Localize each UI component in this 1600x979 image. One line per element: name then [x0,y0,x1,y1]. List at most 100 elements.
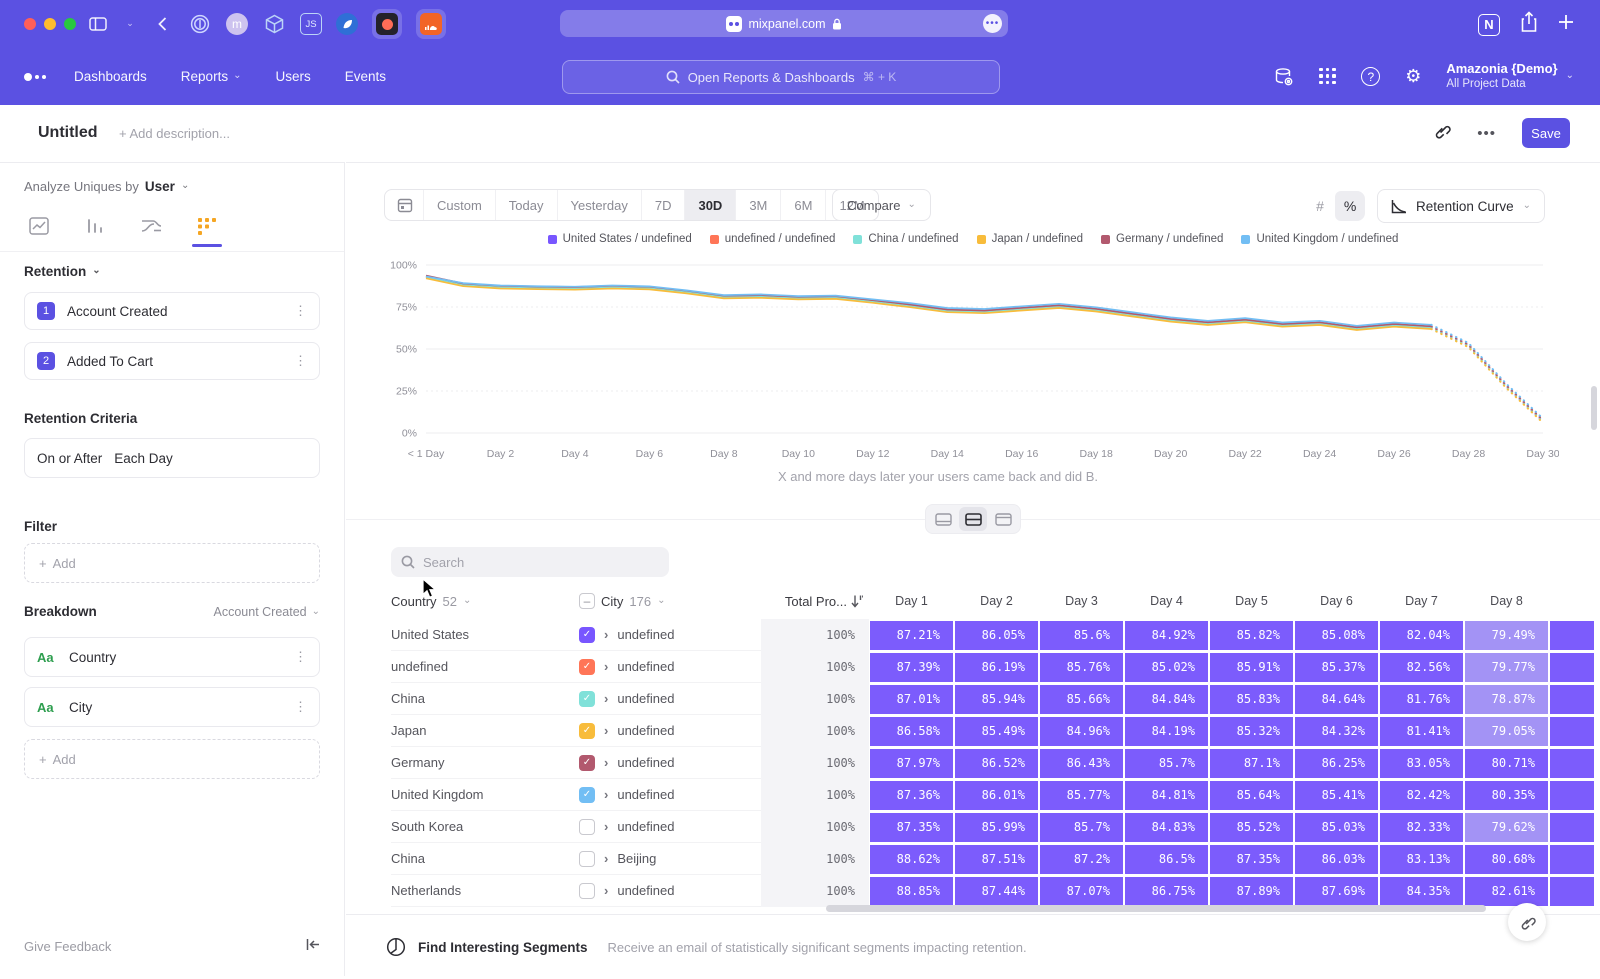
day-cell[interactable]: 86.75% [1124,875,1209,907]
day-cell-clipped[interactable] [1549,811,1595,843]
tab-chevron-icon[interactable]: ⌄ [124,12,136,36]
breakdown-card-country[interactable]: Aa Country ⋮ [24,637,320,677]
country-cell[interactable]: Japan [391,715,579,747]
day-cell[interactable]: 87.1% [1209,747,1294,779]
tab-insights[interactable] [24,209,54,243]
city-cell[interactable]: ✓›undefined [579,619,761,651]
day-cell[interactable]: 85.66% [1039,683,1124,715]
more-options-icon[interactable]: ••• [1477,125,1496,142]
retention-section-label[interactable]: Retention [24,264,86,279]
legend-item[interactable]: Germany / undefined [1101,233,1223,245]
day-cell[interactable]: 85.08% [1294,619,1379,651]
day-cell[interactable]: 79.77% [1464,651,1549,683]
day-cell[interactable]: 85.7% [1124,747,1209,779]
day-cell-clipped[interactable] [1549,843,1595,875]
step-card-added-to-cart[interactable]: 2 Added To Cart ⋮ [24,342,320,380]
day-cell[interactable]: 87.07% [1039,875,1124,907]
day-cell[interactable]: 87.2% [1039,843,1124,875]
row-checkbox[interactable]: ✓ [579,627,595,643]
expand-row-icon[interactable]: › [604,723,608,738]
day-cell[interactable]: 85.91% [1209,651,1294,683]
day-cell[interactable]: 87.36% [869,779,954,811]
legend-item[interactable]: United States / undefined [548,233,692,245]
day-cell[interactable]: 85.41% [1294,779,1379,811]
expand-row-icon[interactable]: › [604,883,608,898]
day-cell[interactable]: 85.77% [1039,779,1124,811]
chart-type-selector[interactable]: Retention Curve ⌄ [1377,189,1545,223]
legend-item[interactable]: China / undefined [853,233,958,245]
country-cell[interactable]: Netherlands [391,875,579,907]
segments-title[interactable]: Find Interesting Segments [418,940,588,955]
day-cell[interactable]: 81.76% [1379,683,1464,715]
column-day-4[interactable]: Day 4 [1124,594,1209,608]
row-checkbox[interactable]: ✓ [579,723,595,739]
day-cell[interactable]: 82.42% [1379,779,1464,811]
percentage-toggle[interactable]: % [1335,191,1365,221]
day-cell[interactable]: 87.35% [869,811,954,843]
address-bar[interactable]: mixpanel.com ••• [560,10,1008,37]
column-day-2[interactable]: Day 2 [954,594,1039,608]
expand-row-icon[interactable]: › [604,819,608,834]
city-cell[interactable]: ✓›undefined [579,715,761,747]
row-checkbox[interactable]: ✓ [579,691,595,707]
day-cell[interactable]: 86.05% [954,619,1039,651]
compare-button[interactable]: Compare⌄ [832,189,931,221]
city-cell[interactable]: ›Beijing [579,843,761,875]
day-cell[interactable]: 85.94% [954,683,1039,715]
breakdown-add-button[interactable]: +Add [24,739,320,779]
row-checkbox[interactable] [579,819,595,835]
give-feedback-link[interactable]: Give Feedback [24,939,111,954]
kebab-menu-icon[interactable]: ⋮ [294,353,307,369]
maximize-window-icon[interactable] [64,18,76,30]
day-cell[interactable]: 84.35% [1379,875,1464,907]
day-cell[interactable]: 79.62% [1464,811,1549,843]
legend-item[interactable]: undefined / undefined [710,233,836,245]
day-cell[interactable]: 84.96% [1039,715,1124,747]
retention-chart-wrap[interactable]: 0%25%50%75%100%< 1 DayDay 2Day 4Day 6Day… [374,255,1559,472]
day-cell[interactable]: 84.64% [1294,683,1379,715]
day-cell[interactable]: 86.25% [1294,747,1379,779]
close-window-icon[interactable] [24,18,36,30]
day-cell[interactable]: 85.99% [954,811,1039,843]
day-cell-clipped[interactable] [1549,747,1595,779]
expand-row-icon[interactable]: › [604,691,608,706]
day-cell[interactable]: 88.85% [869,875,954,907]
day-cell[interactable]: 87.69% [1294,875,1379,907]
day-cell[interactable]: 84.83% [1124,811,1209,843]
column-country[interactable]: Country52⌄ [391,594,579,609]
nav-reports[interactable]: Reports⌄ [181,69,242,84]
retention-chart[interactable]: 0%25%50%75%100%< 1 DayDay 2Day 4Day 6Day… [374,255,1559,467]
global-search[interactable]: Open Reports & Dashboards ⌘ + K [562,60,1000,94]
country-cell[interactable]: undefined [391,651,579,683]
breakdown-event-selector[interactable]: Account Created⌄ [214,605,321,619]
range-today[interactable]: Today [495,189,557,221]
save-button[interactable]: Save [1522,118,1570,148]
country-cell[interactable]: United Kingdom [391,779,579,811]
day-cell[interactable]: 85.52% [1209,811,1294,843]
day-cell[interactable]: 84.19% [1124,715,1209,747]
new-tab-icon[interactable] [1558,14,1574,35]
city-cell[interactable]: ›undefined [579,811,761,843]
day-cell[interactable]: 85.02% [1124,651,1209,683]
day-cell[interactable]: 82.33% [1379,811,1464,843]
column-day-1[interactable]: Day 1 [869,594,954,608]
day-cell[interactable]: 87.89% [1209,875,1294,907]
absolute-numbers-toggle[interactable]: # [1305,191,1335,221]
country-cell[interactable]: China [391,683,579,715]
expand-row-icon[interactable]: › [604,627,608,642]
day-cell[interactable]: 83.05% [1379,747,1464,779]
vertical-scrollbar[interactable] [1591,386,1597,430]
calendar-icon[interactable] [385,197,423,213]
column-day-6[interactable]: Day 6 [1294,594,1379,608]
day-cell[interactable]: 85.7% [1039,811,1124,843]
select-all-checkbox[interactable]: – [579,593,595,609]
row-checkbox[interactable]: ✓ [579,787,595,803]
tab-flows[interactable] [136,209,166,243]
expand-row-icon[interactable]: › [604,755,608,770]
column-city[interactable]: – City176⌄ [579,593,761,609]
expand-row-icon[interactable]: › [604,787,608,802]
kebab-menu-icon[interactable]: ⋮ [294,649,307,665]
settings-gear-icon[interactable]: ⚙ [1402,66,1424,88]
day-cell[interactable]: 86.43% [1039,747,1124,779]
day-cell[interactable]: 80.71% [1464,747,1549,779]
